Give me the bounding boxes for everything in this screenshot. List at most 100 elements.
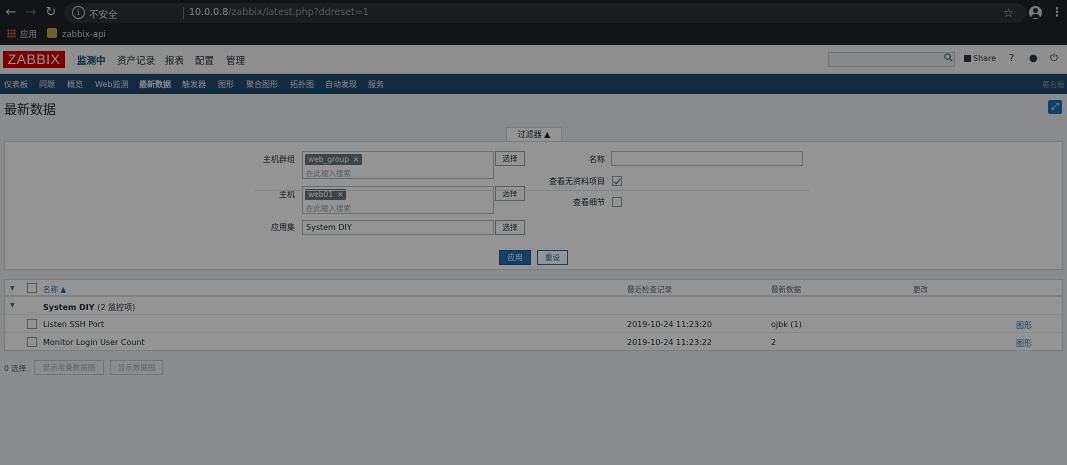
bookmark-apps-label: 应用 [20,30,38,40]
application-select-button[interactable]: 选择 [495,220,525,235]
url-host: 10.0.0.8 [189,7,229,18]
tab-graphs[interactable]: 图形 [218,79,234,90]
show-details-label: 查看细节 [573,198,605,207]
select-all-checkbox[interactable] [27,283,37,293]
host-group-tag[interactable]: web_group ✕ [305,154,363,165]
filter-tab[interactable]: 过滤器 ▲ [506,127,562,142]
menu-configuration[interactable]: 配置 [195,53,214,67]
menu-reports[interactable]: 报表 [165,53,184,67]
application-label: 应用集 [271,223,295,232]
zabbix-logo[interactable]: ZABBIX [3,51,65,68]
tab-latest-data[interactable]: 最新数据 [139,79,171,90]
apps-grid-icon [7,29,16,38]
tab-problems[interactable]: 问题 [39,79,55,90]
browser-chrome: ← → ↻ i 不安全 10.0.0.8/zabbix/latest.php?d… [0,0,1067,45]
submenu-right-label: 著名版 [1042,80,1065,89]
tab-maps[interactable]: 拓扑图 [290,79,314,90]
show-details-checkbox[interactable] [612,197,622,207]
help-icon[interactable]: ? [1009,53,1014,64]
bookmark-favicon-icon [47,28,57,38]
address-separator [183,7,184,19]
bookmark-apps[interactable]: 应用 [7,28,37,42]
tab-discovery[interactable]: 自动发现 [325,79,357,90]
page-title: 最新数据 [4,103,57,118]
remove-tag-icon[interactable]: ✕ [337,190,343,199]
item-name: Listen SSH Port [43,320,105,329]
item-last-check: 2019-10-24 11:23:22 [627,338,712,347]
menu-monitoring[interactable]: 监测中 [77,53,106,67]
column-change: 更改 [913,285,928,294]
back-arrow-icon[interactable]: ← [3,5,19,21]
menu-inventory[interactable]: 资产记录 [117,53,155,67]
top-header: ZABBIX 监测中 资产记录 报表 配置 管理 Share ? ● ⏻ [0,45,1067,74]
tab-overview[interactable]: 概览 [67,79,83,90]
column-name[interactable]: 名称 ▲ [43,284,66,295]
share-label: Share [973,54,997,63]
url-path: /zabbix/latest.php?ddreset=1 [228,7,369,18]
tab-services[interactable]: 服务 [368,79,384,90]
host-group-placeholder: 在此输入搜索 [306,169,351,178]
bookmark-star-icon[interactable]: ☆ [1003,6,1014,20]
host-group-label: 主机群组 [263,155,295,164]
tab-triggers[interactable]: 触发器 [182,79,206,90]
application-input[interactable]: System DIY [302,220,494,235]
tab-screens[interactable]: 聚合图形 [246,79,278,90]
filter-divider [255,190,809,191]
table-header: ▼ 名称 ▲ 最近检查记录 最新数据 更改 [5,280,1062,297]
collapse-group-icon[interactable]: ▼ [10,302,15,309]
search-icon[interactable] [944,53,953,62]
host-select-button[interactable]: 选择 [495,186,525,201]
display-graph-button[interactable]: 显示数据图 [110,360,163,375]
name-label: 名称 [589,155,605,164]
bookmark-zabbix-api[interactable]: zabbix-api [47,28,106,42]
show-without-data-label: 查看无资料项目 [549,177,605,186]
selected-count: 0 选择 [4,364,27,373]
item-last-value: 2 [771,338,777,347]
forward-arrow-icon[interactable]: → [23,5,39,21]
bookmarks-bar: 应用 zabbix-api [0,26,1067,45]
info-icon[interactable]: i [72,6,85,19]
item-name: Monitor Login User Count [43,338,145,347]
host-tag-text: web01 [308,190,334,199]
tab-dashboard[interactable]: 仪表板 [4,79,28,90]
group-name: System DIY (2 监控项) [43,302,135,313]
row-checkbox[interactable] [27,337,37,347]
display-stacked-graph-button[interactable]: 显示堆叠数据图 [34,360,104,375]
latest-data-table: ▼ 名称 ▲ 最近检查记录 最新数据 更改 ▼ System DIY (2 监控… [4,279,1063,351]
show-without-data-checkbox[interactable] [612,176,622,186]
row-checkbox[interactable] [27,319,37,329]
reload-icon[interactable]: ↻ [43,5,59,21]
item-last-value: ojbk (1) [771,320,802,329]
column-last-value: 最新数据 [771,285,801,294]
collapse-all-icon[interactable]: ▼ [10,285,15,292]
apply-button[interactable]: 应用 [499,250,531,265]
table-row: Listen SSH Port 2019-10-24 11:23:20 ojbk… [5,315,1062,333]
column-last-check: 最近检查记录 [627,285,672,294]
graph-link[interactable]: 图形 [1016,338,1032,349]
bookmark-zabbix-api-label: zabbix-api [62,30,106,40]
reset-button[interactable]: 重设 [537,250,568,265]
header-search-input[interactable] [828,52,955,67]
tab-web-monitoring[interactable]: Web监测 [95,79,128,90]
fullscreen-icon[interactable]: ⤢ [1048,100,1062,114]
group-count: (2 监控项) [97,303,136,312]
share-icon [964,55,971,62]
url-text: 10.0.0.8/zabbix/latest.php?ddreset=1 [189,7,369,18]
sign-out-icon[interactable]: ⏻ [1050,53,1058,64]
user-profile-icon[interactable]: ● [1029,53,1038,64]
host-group-multiselect[interactable]: web_group ✕ 在此输入搜索 [302,151,494,179]
share-button[interactable]: Share [964,54,996,63]
insecure-label: 不安全 [89,10,118,21]
host-group-select-button[interactable]: 选择 [495,151,525,166]
profile-icon[interactable] [1029,6,1042,19]
host-group-tag-text: web_group [308,155,350,164]
remove-tag-icon[interactable]: ✕ [353,155,359,164]
menu-administration[interactable]: 管理 [226,53,245,67]
group-name-text: System DIY [43,303,95,312]
address-bar[interactable]: i 不安全 10.0.0.8/zabbix/latest.php?ddreset… [64,3,1026,23]
name-input[interactable] [611,151,803,166]
browser-menu-icon[interactable]: ⋮ [1051,5,1063,19]
host-placeholder: 在此输入搜索 [306,204,351,213]
browser-toolbar: ← → ↻ i 不安全 10.0.0.8/zabbix/latest.php?d… [0,0,1067,26]
graph-link[interactable]: 图形 [1016,320,1032,331]
